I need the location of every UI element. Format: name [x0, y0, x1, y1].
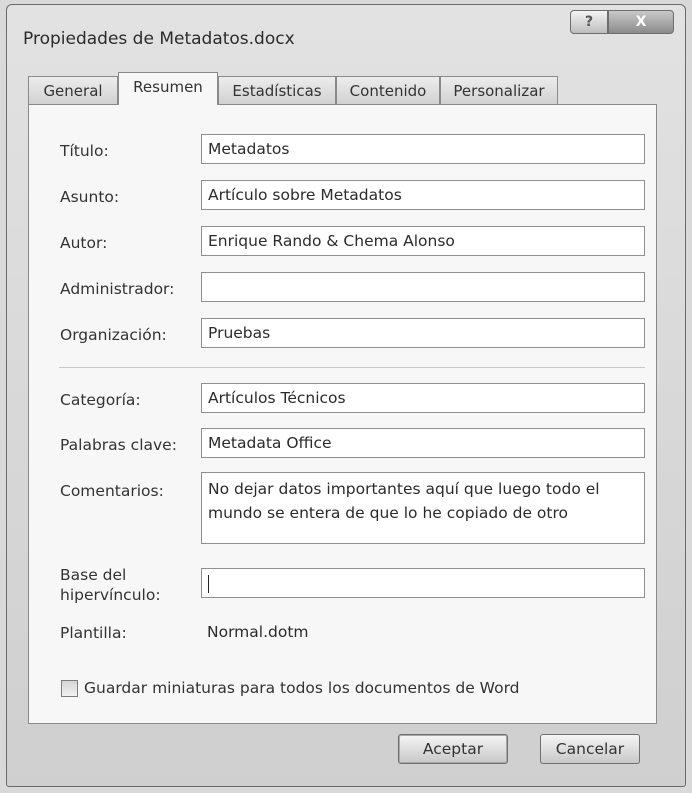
palabras-clave-field[interactable]: Metadata Office	[201, 428, 645, 458]
comentarios-field[interactable]: No dejar datos importantes aquí que lueg…	[201, 472, 645, 544]
dialog-title: Propiedades de Metadatos.docx	[23, 29, 295, 49]
categoria-field[interactable]: Artículos Técnicos	[201, 383, 645, 413]
tab-general[interactable]: General	[28, 76, 118, 104]
organizacion-label: Organización:	[60, 326, 167, 344]
base-hipervinculo-label-line1: Base del	[60, 566, 127, 584]
autor-field[interactable]: Enrique Rando & Chema Alonso	[201, 226, 645, 256]
save-thumbnails-option[interactable]: Guardar miniaturas para todos los docume…	[61, 679, 520, 697]
comentarios-label: Comentarios:	[60, 482, 164, 500]
section-divider	[59, 367, 645, 368]
autor-label: Autor:	[60, 234, 108, 252]
organizacion-field[interactable]: Pruebas	[201, 318, 645, 348]
palabras-clave-label: Palabras clave:	[60, 436, 177, 454]
administrador-label: Administrador:	[60, 280, 175, 298]
asunto-field[interactable]: Artículo sobre Metadatos	[201, 180, 645, 210]
base-hipervinculo-field[interactable]	[201, 568, 645, 598]
save-thumbnails-checkbox[interactable]	[61, 679, 78, 697]
help-icon: ?	[584, 14, 594, 30]
plantilla-label: Plantilla:	[60, 624, 127, 642]
ok-button[interactable]: Aceptar	[398, 734, 508, 764]
base-hipervinculo-label-line2: hipervínculo:	[60, 586, 161, 604]
help-button[interactable]: ?	[570, 10, 608, 34]
categoria-label: Categoría:	[60, 391, 141, 409]
tab-personalizar[interactable]: Personalizar	[440, 76, 558, 104]
titulo-label: Título:	[60, 142, 109, 160]
text-caret	[208, 574, 209, 593]
close-icon: X	[635, 14, 647, 30]
title-bar[interactable]: Propiedades de Metadatos.docx ? X	[7, 5, 685, 69]
asunto-label: Asunto:	[60, 188, 120, 206]
tab-contenido[interactable]: Contenido	[336, 76, 440, 104]
titulo-field[interactable]: Metadatos	[201, 134, 645, 164]
summary-panel: Título: Metadatos Asunto: Artículo sobre…	[28, 104, 657, 724]
plantilla-value: Normal.dotm	[207, 623, 309, 641]
tab-resumen[interactable]: Resumen	[118, 72, 218, 105]
close-button[interactable]: X	[608, 10, 674, 34]
cancel-button[interactable]: Cancelar	[540, 734, 640, 764]
tab-estadisticas[interactable]: Estadísticas	[218, 76, 336, 104]
save-thumbnails-label: Guardar miniaturas para todos los docume…	[84, 679, 520, 697]
administrador-field[interactable]	[201, 272, 645, 302]
